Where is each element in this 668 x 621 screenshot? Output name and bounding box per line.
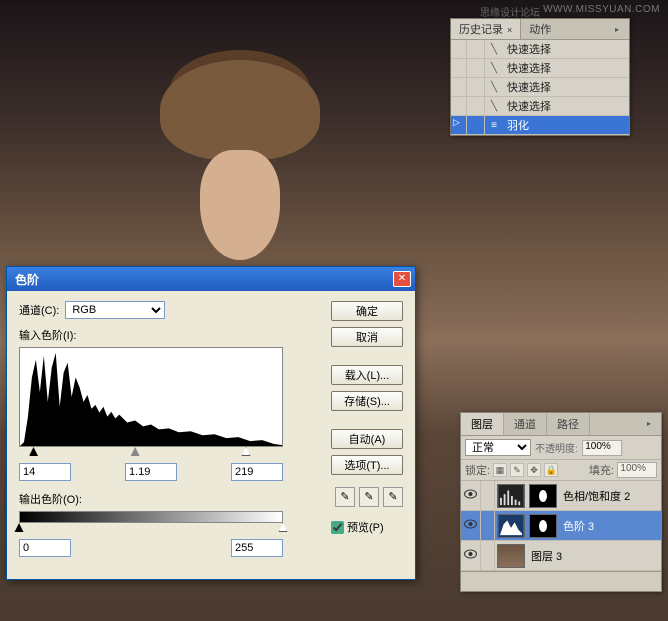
output-black-field[interactable]	[19, 539, 71, 557]
fill-field[interactable]: 100%	[617, 462, 657, 478]
layer-row-selected[interactable]: 色阶 3	[461, 511, 661, 541]
white-point-handle[interactable]	[242, 447, 251, 456]
layers-footer	[461, 571, 661, 591]
input-gamma-field[interactable]	[125, 463, 177, 481]
mask-thumb	[529, 484, 557, 508]
history-tabs: 历史记录× 动作	[451, 19, 629, 40]
visibility-toggle[interactable]	[461, 541, 481, 570]
output-white-field[interactable]	[231, 539, 283, 557]
quick-select-icon: ╲	[485, 63, 503, 74]
output-gradient	[19, 511, 283, 523]
input-levels-label: 输入色阶(I):	[19, 327, 319, 343]
layer-row[interactable]: 色相/饱和度 2	[461, 481, 661, 511]
history-item[interactable]: ╲ 快速选择	[451, 78, 629, 97]
layer-row[interactable]: 图层 3	[461, 541, 661, 571]
history-item[interactable]: ╲ 快速选择	[451, 97, 629, 116]
layer-list: 色相/饱和度 2 色阶 3 图层 3	[461, 481, 661, 571]
output-levels-label: 输出色阶(O):	[19, 491, 319, 507]
quick-select-icon: ╲	[485, 82, 503, 93]
preview-label: 预览(P)	[347, 519, 384, 535]
input-white-field[interactable]	[231, 463, 283, 481]
feather-icon: ≡	[485, 120, 503, 131]
panel-menu-icon[interactable]	[647, 417, 657, 427]
lock-paint-icon[interactable]: ✎	[510, 463, 524, 477]
history-item-selected[interactable]: ≡ 羽化	[451, 116, 629, 135]
lock-position-icon[interactable]: ✥	[527, 463, 541, 477]
gamma-handle[interactable]	[131, 447, 140, 456]
channel-label: 通道(C):	[19, 302, 59, 318]
histogram	[19, 347, 283, 447]
watermark-text: 思缘设计论坛	[480, 4, 540, 19]
close-icon[interactable]: ✕	[393, 271, 411, 287]
channel-select[interactable]: RGB	[65, 301, 165, 319]
dialog-title: 色阶	[11, 271, 393, 288]
history-item[interactable]: ╲ 快速选择	[451, 40, 629, 59]
panel-menu-icon[interactable]	[615, 23, 625, 33]
eye-icon	[464, 489, 477, 502]
visibility-toggle[interactable]	[461, 511, 481, 540]
levels-dialog: 色阶 ✕ 通道(C): RGB 输入色阶(I):	[6, 266, 416, 580]
history-panel: 历史记录× 动作 ╲ 快速选择 ╲ 快速选择 ╲ 快速选择 ╲ 快速选择 ≡ 羽…	[450, 18, 630, 136]
tab-paths[interactable]: 路径	[547, 413, 590, 435]
output-white-handle[interactable]	[279, 523, 288, 532]
load-button[interactable]: 载入(L)...	[331, 365, 403, 385]
image-thumb	[497, 544, 525, 568]
history-item[interactable]: ╲ 快速选择	[451, 59, 629, 78]
output-black-handle[interactable]	[15, 523, 24, 532]
lock-transparency-icon[interactable]: ▦	[493, 463, 507, 477]
output-slider[interactable]	[19, 523, 283, 537]
fill-label: 填充:	[589, 462, 614, 478]
mask-thumb	[529, 514, 557, 538]
tab-layers[interactable]: 图层	[461, 413, 504, 435]
tab-history[interactable]: 历史记录×	[451, 19, 521, 39]
levels-thumb	[497, 514, 525, 538]
visibility-toggle[interactable]	[461, 481, 481, 510]
quick-select-icon: ╲	[485, 44, 503, 55]
layer-name: 色阶 3	[559, 518, 661, 534]
tab-channels[interactable]: 通道	[504, 413, 547, 435]
eyedropper-white-icon[interactable]: ✎	[383, 487, 403, 507]
input-black-field[interactable]	[19, 463, 71, 481]
black-point-handle[interactable]	[29, 447, 38, 456]
preview-checkbox[interactable]	[331, 521, 344, 534]
quick-select-icon: ╲	[485, 101, 503, 112]
opacity-field[interactable]: 100%	[582, 440, 622, 456]
adjustment-thumb	[497, 484, 525, 508]
layer-name: 图层 3	[527, 548, 661, 564]
auto-button[interactable]: 自动(A)	[331, 429, 403, 449]
eye-icon	[464, 519, 477, 532]
lock-label: 锁定:	[465, 462, 490, 478]
eyedropper-gray-icon[interactable]: ✎	[359, 487, 379, 507]
options-button[interactable]: 选项(T)...	[331, 455, 403, 475]
eyedropper-black-icon[interactable]: ✎	[335, 487, 355, 507]
save-button[interactable]: 存储(S)...	[331, 391, 403, 411]
watermark-url: WWW.MISSYUAN.COM	[543, 4, 660, 15]
dialog-titlebar[interactable]: 色阶 ✕	[7, 267, 415, 291]
layer-name: 色相/饱和度 2	[559, 488, 661, 504]
history-list: ╲ 快速选择 ╲ 快速选择 ╲ 快速选择 ╲ 快速选择 ≡ 羽化	[451, 40, 629, 135]
eye-icon	[464, 549, 477, 562]
cancel-button[interactable]: 取消	[331, 327, 403, 347]
lock-all-icon[interactable]: 🔒	[544, 463, 558, 477]
ok-button[interactable]: 确定	[331, 301, 403, 321]
blend-mode-select[interactable]: 正常	[465, 439, 531, 456]
input-slider[interactable]	[19, 447, 283, 461]
layers-panel: 图层 通道 路径 正常 不透明度: 100% 锁定: ▦ ✎ ✥ 🔒 填充: 1…	[460, 412, 662, 592]
tab-actions[interactable]: 动作	[521, 19, 559, 39]
opacity-label: 不透明度:	[535, 440, 578, 455]
